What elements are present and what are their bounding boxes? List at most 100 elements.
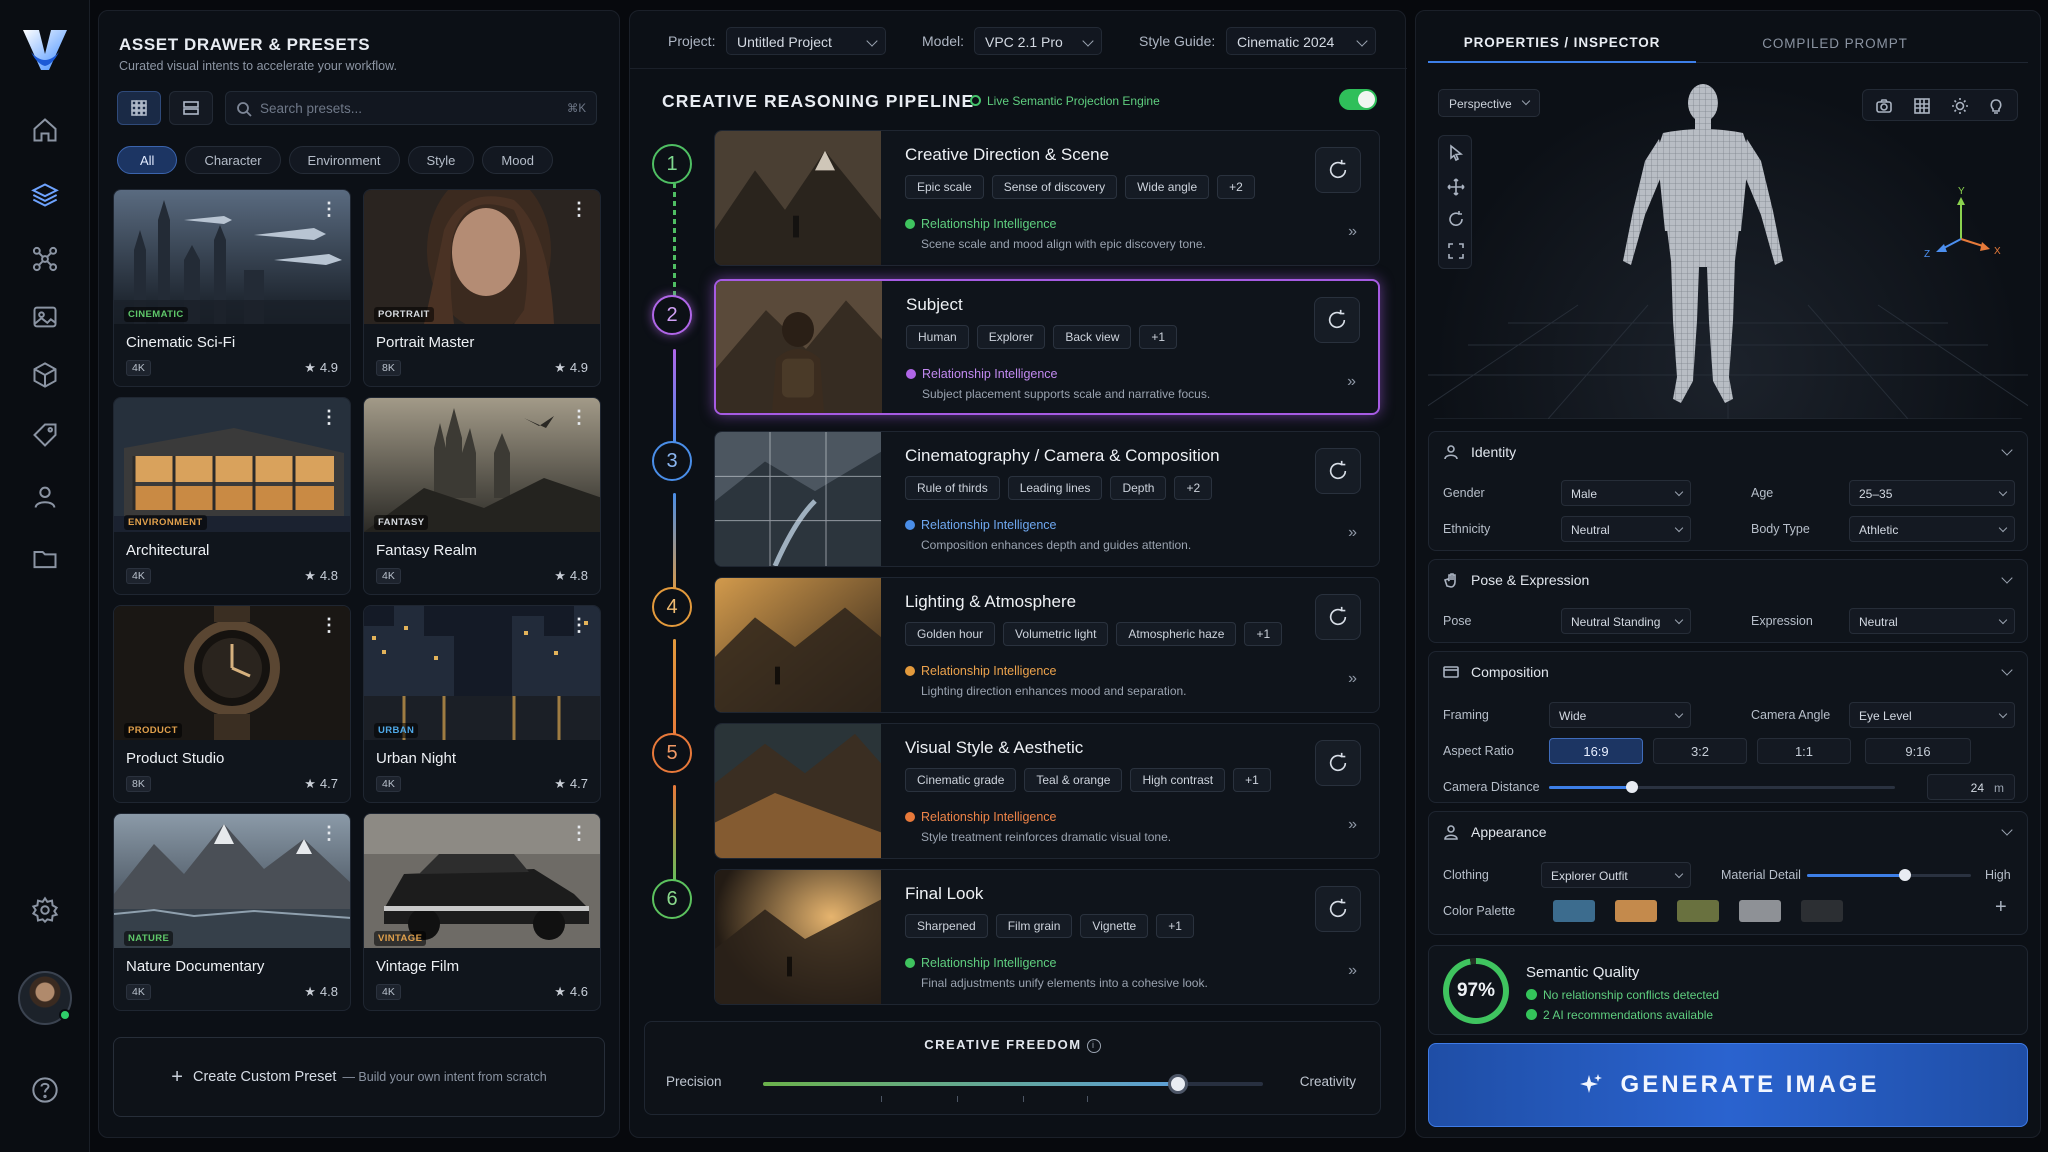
appearance-header[interactable]: Appearance — [1443, 824, 1547, 840]
filter-chip-style[interactable]: Style — [407, 146, 475, 174]
regenerate-step-button[interactable] — [1315, 886, 1361, 932]
color-swatch[interactable] — [1615, 900, 1657, 922]
pipeline-step-final-look[interactable]: Final Look Sharpened Film grain Vignette +1… — [714, 869, 1380, 1005]
app-logo[interactable] — [19, 24, 71, 76]
aspect-ratio-1-1[interactable]: 1:1 — [1757, 738, 1851, 764]
clothing-select[interactable]: Explorer Outfit — [1541, 862, 1691, 888]
regenerate-step-button[interactable] — [1315, 147, 1361, 193]
more-vertical-icon[interactable]: ⋮ — [320, 616, 338, 634]
step-tag[interactable]: Teal & orange — [1024, 768, 1123, 792]
color-swatch[interactable] — [1739, 900, 1781, 922]
help-icon[interactable] — [28, 1073, 62, 1107]
filter-chip-character[interactable]: Character — [185, 146, 281, 174]
tab-properties[interactable]: PROPERTIES / INSPECTOR — [1428, 23, 1696, 63]
material-detail-slider[interactable] — [1807, 869, 1971, 881]
tag-icon[interactable] — [28, 418, 62, 452]
camera-icon[interactable] — [1875, 97, 1893, 115]
preset-search-input[interactable] — [260, 92, 550, 124]
create-custom-preset-button[interactable]: + Create Custom Preset — Build your own … — [113, 1037, 605, 1117]
step-tag[interactable]: Volumetric light — [1003, 622, 1109, 646]
home-icon[interactable] — [28, 113, 62, 147]
rotate-icon[interactable] — [1447, 210, 1465, 228]
preset-card-product-studio[interactable]: PRODUCT ⋮ Product Studio 8K ★ 4.7 — [113, 605, 351, 803]
pipeline-step-subject[interactable]: Subject Human Explorer Back view +1 Relatio… — [714, 279, 1380, 415]
chevrons-right-icon[interactable]: » — [1348, 524, 1357, 542]
chevrons-right-icon[interactable]: » — [1348, 223, 1357, 241]
more-vertical-icon[interactable]: ⋮ — [320, 824, 338, 842]
more-vertical-icon[interactable]: ⋮ — [570, 200, 588, 218]
preset-card-nature-documentary[interactable]: NATURE ⋮ Nature Documentary 4K ★ 4.8 — [113, 813, 351, 1011]
more-vertical-icon[interactable]: ⋮ — [570, 824, 588, 842]
user-avatar[interactable] — [18, 971, 72, 1025]
pipeline-step-visual-style[interactable]: Visual Style & Aesthetic Cinematic grade… — [714, 723, 1380, 859]
slider-handle[interactable] — [1168, 1074, 1188, 1094]
grid-toggle-icon[interactable] — [1913, 97, 1931, 115]
tab-compiled-prompt[interactable]: COMPILED PROMPT — [1708, 23, 1962, 63]
chevron-down-icon[interactable] — [2001, 572, 2013, 584]
engine-toggle[interactable] — [1339, 89, 1377, 110]
regenerate-step-button[interactable] — [1315, 594, 1361, 640]
folder-icon[interactable] — [28, 542, 62, 576]
grid-view-button[interactable] — [117, 91, 161, 125]
aspect-ratio-9-16[interactable]: 9:16 — [1865, 738, 1971, 764]
step-tag-more[interactable]: +2 — [1217, 175, 1255, 199]
settings-icon[interactable] — [28, 893, 62, 927]
model-dropdown[interactable]: VPC 2.1 Pro — [974, 27, 1102, 55]
filter-chip-mood[interactable]: Mood — [482, 146, 553, 174]
chevron-down-icon[interactable] — [2001, 664, 2013, 676]
lightbulb-icon[interactable] — [1987, 97, 2005, 115]
info-icon[interactable]: i — [1086, 1039, 1101, 1053]
preset-card-urban-night[interactable]: URBAN ⋮ Urban Night 4K ★ 4.7 — [363, 605, 601, 803]
body-type-select[interactable]: Athletic — [1849, 516, 2015, 542]
filter-chip-all[interactable]: All — [117, 146, 178, 174]
generate-image-button[interactable]: GENERATE IMAGE — [1428, 1043, 2028, 1127]
age-select[interactable]: 25–35 — [1849, 480, 2015, 506]
sun-light-icon[interactable] — [1951, 97, 1969, 115]
gender-select[interactable]: Male — [1561, 480, 1691, 506]
step-tag[interactable]: Back view — [1053, 325, 1132, 349]
step-tag-more[interactable]: +1 — [1244, 622, 1283, 646]
step-tag[interactable]: Golden hour — [905, 622, 996, 646]
aspect-ratio-16-9[interactable]: 16:9 — [1549, 738, 1643, 764]
step-tag[interactable]: Depth — [1110, 476, 1167, 500]
pipeline-step-cinematography[interactable]: Cinematography / Camera & Composition Ru… — [714, 431, 1380, 567]
chevrons-right-icon[interactable]: » — [1348, 670, 1357, 688]
step-tag[interactable]: Explorer — [976, 325, 1046, 349]
step-tag[interactable]: Sense of discovery — [991, 175, 1118, 199]
regenerate-step-button[interactable] — [1314, 297, 1360, 343]
preset-search[interactable]: ⌘K — [225, 91, 597, 125]
identity-header[interactable]: Identity — [1443, 444, 1516, 460]
color-swatch[interactable] — [1553, 900, 1595, 922]
view-mode-dropdown[interactable]: Perspective — [1438, 89, 1540, 117]
camera-distance-slider[interactable] — [1549, 781, 1895, 793]
expression-select[interactable]: Neutral — [1849, 608, 2015, 634]
more-vertical-icon[interactable]: ⋮ — [570, 616, 588, 634]
step-tag[interactable]: Vignette — [1080, 914, 1149, 938]
step-tag-more[interactable]: +1 — [1233, 768, 1271, 792]
chevrons-right-icon[interactable]: » — [1347, 373, 1356, 391]
preset-card-cinematic-sci-fi[interactable]: CINEMATIC ⋮ Cinematic Sci-Fi 4K ★ 4.9 — [113, 189, 351, 387]
step-tag-more[interactable]: +2 — [1174, 476, 1213, 500]
pipeline-step-creative-direction[interactable]: Creative Direction & Scene Epic scale Sen… — [714, 130, 1380, 266]
color-swatch[interactable] — [1677, 900, 1719, 922]
color-swatch[interactable] — [1801, 900, 1843, 922]
pose-header[interactable]: Pose & Expression — [1443, 572, 1589, 588]
step-tag-more[interactable]: +1 — [1139, 325, 1178, 349]
chevrons-right-icon[interactable]: » — [1348, 816, 1357, 834]
creative-freedom-slider[interactable] — [763, 1074, 1263, 1102]
chevron-down-icon[interactable] — [2001, 444, 2013, 456]
preset-card-architectural[interactable]: ENVIRONMENT ⋮ Architectural 4K ★ 4.8 — [113, 397, 351, 595]
chevron-down-icon[interactable] — [2001, 824, 2013, 836]
step-tag[interactable]: High contrast — [1130, 768, 1226, 792]
select-cursor-icon[interactable] — [1447, 144, 1465, 162]
more-vertical-icon[interactable]: ⋮ — [320, 408, 338, 426]
step-tag[interactable]: Wide angle — [1125, 175, 1210, 199]
regenerate-step-button[interactable] — [1315, 740, 1361, 786]
aspect-ratio-3-2[interactable]: 3:2 — [1653, 738, 1747, 764]
preset-card-fantasy-realm[interactable]: FANTASY ⋮ Fantasy Realm 4K ★ 4.8 — [363, 397, 601, 595]
layers-icon[interactable] — [28, 178, 62, 212]
cube-icon[interactable] — [28, 358, 62, 392]
step-tag[interactable]: Film grain — [995, 914, 1073, 938]
step-tag[interactable]: Atmospheric haze — [1116, 622, 1237, 646]
3d-viewport[interactable]: Perspective Y X Z — [1428, 75, 2028, 419]
